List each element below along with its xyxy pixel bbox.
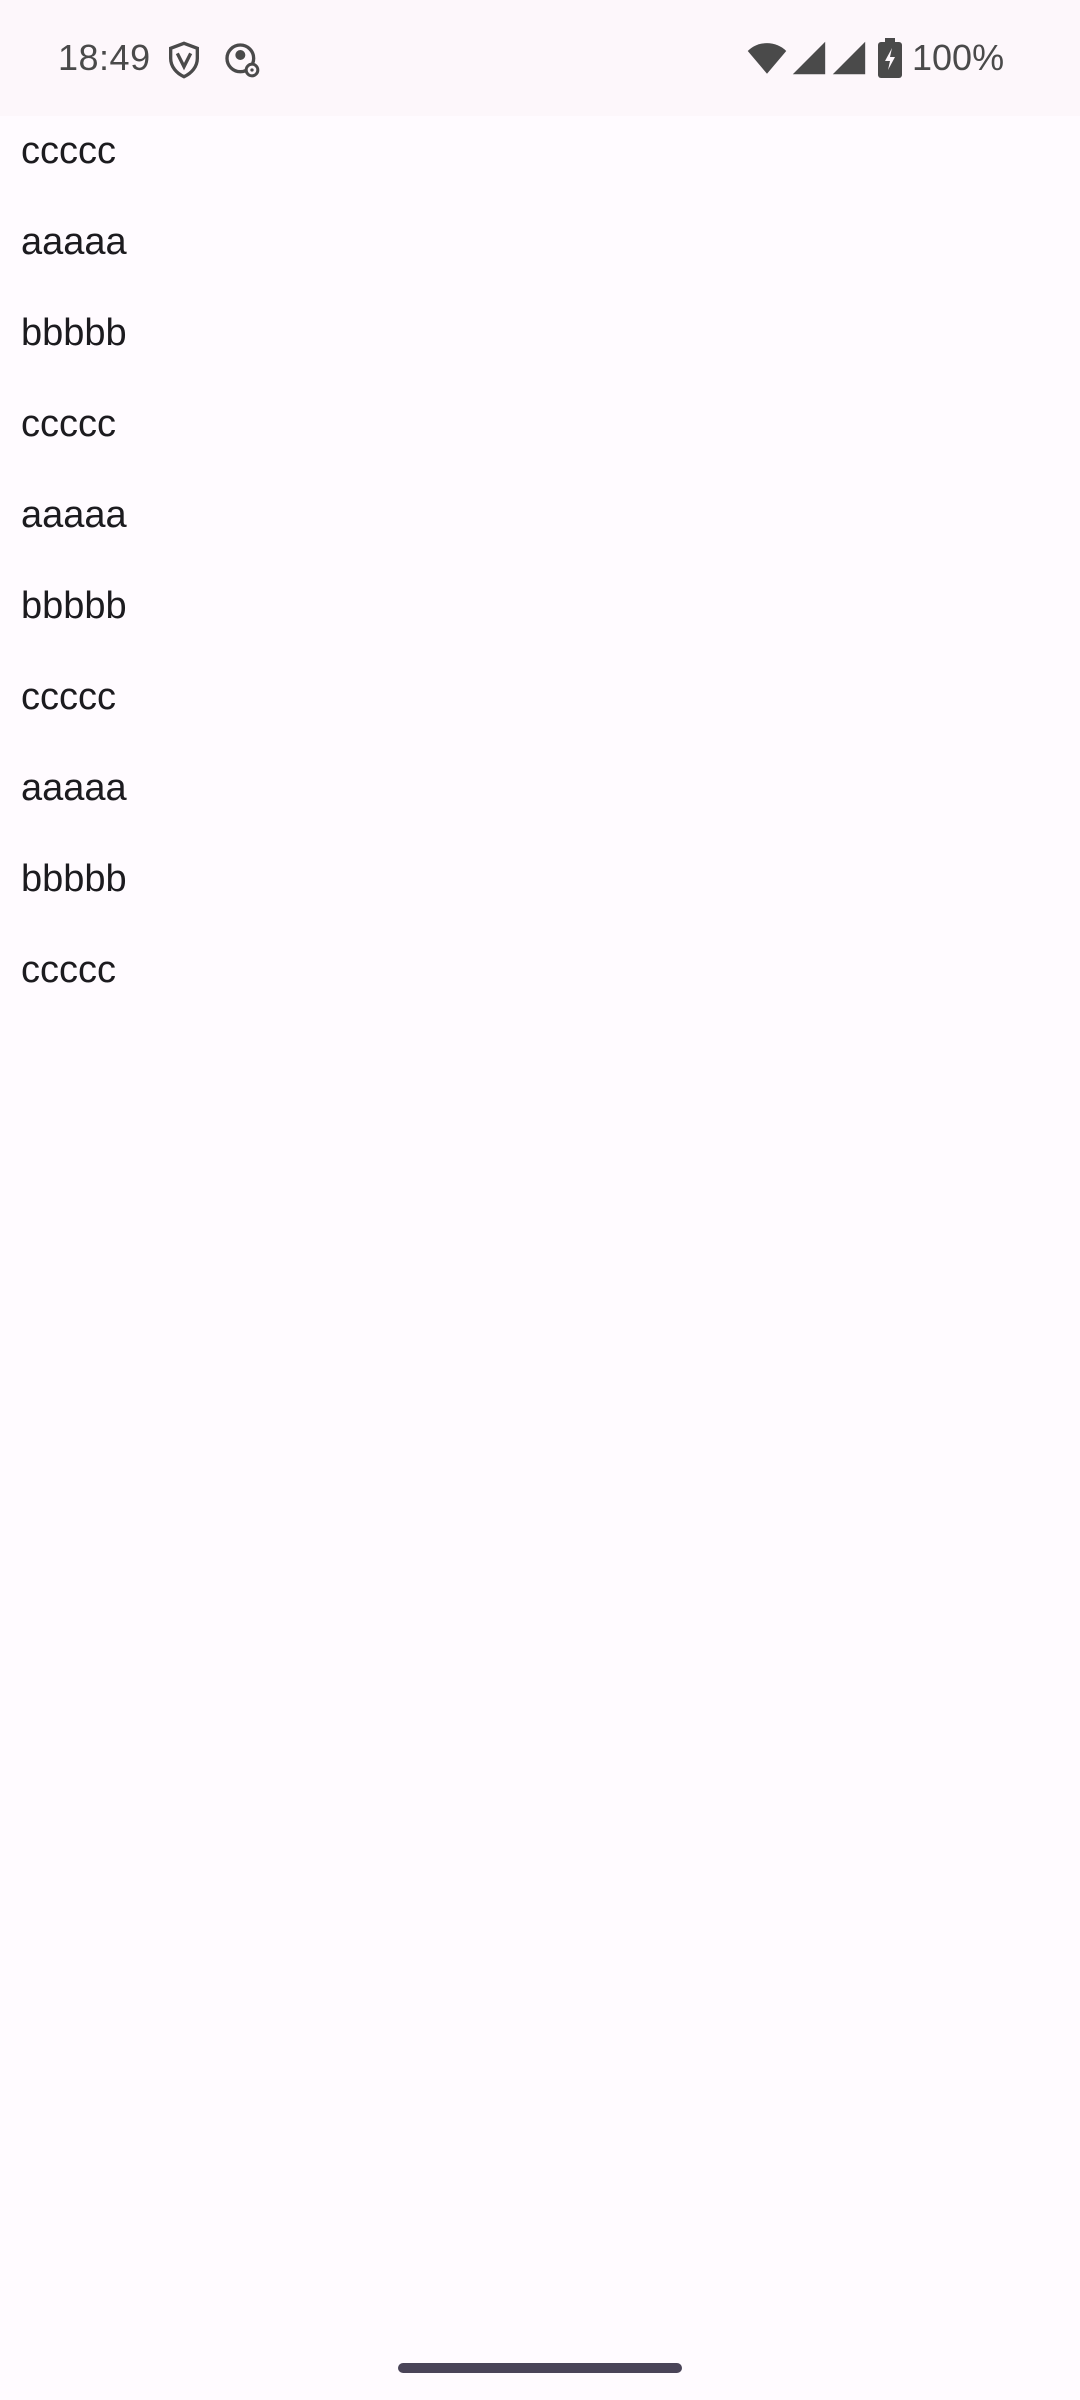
list-item[interactable]: bbbbb xyxy=(0,844,1080,935)
account-settings-icon xyxy=(225,43,260,78)
list-item[interactable]: aaaaa xyxy=(0,207,1080,298)
status-time: 18:49 xyxy=(58,37,151,78)
shield-v-icon xyxy=(169,41,199,79)
list-item[interactable]: ccccc xyxy=(0,935,1080,1026)
list-item[interactable]: aaaaa xyxy=(0,480,1080,571)
signal-icon xyxy=(832,41,866,75)
list-item[interactable]: ccccc xyxy=(0,389,1080,480)
app-screen: 18:49 100% ccccc aaaaa bbbbb ccccc aaaaa… xyxy=(0,0,1080,2400)
text-list: ccccc aaaaa bbbbb ccccc aaaaa bbbbb cccc… xyxy=(0,116,1080,1026)
list-item[interactable]: ccccc xyxy=(0,662,1080,753)
status-bar: 18:49 100% xyxy=(0,0,1080,116)
list-item[interactable]: bbbbb xyxy=(0,571,1080,662)
list-item[interactable]: aaaaa xyxy=(0,753,1080,844)
wifi-icon xyxy=(747,43,787,74)
gesture-nav-handle[interactable] xyxy=(398,2363,682,2373)
battery-charging-icon xyxy=(878,38,902,78)
list-item[interactable]: bbbbb xyxy=(0,298,1080,389)
battery-percent: 100% xyxy=(912,37,1005,78)
signal-icon xyxy=(792,41,826,75)
list-item[interactable]: ccccc xyxy=(0,116,1080,207)
